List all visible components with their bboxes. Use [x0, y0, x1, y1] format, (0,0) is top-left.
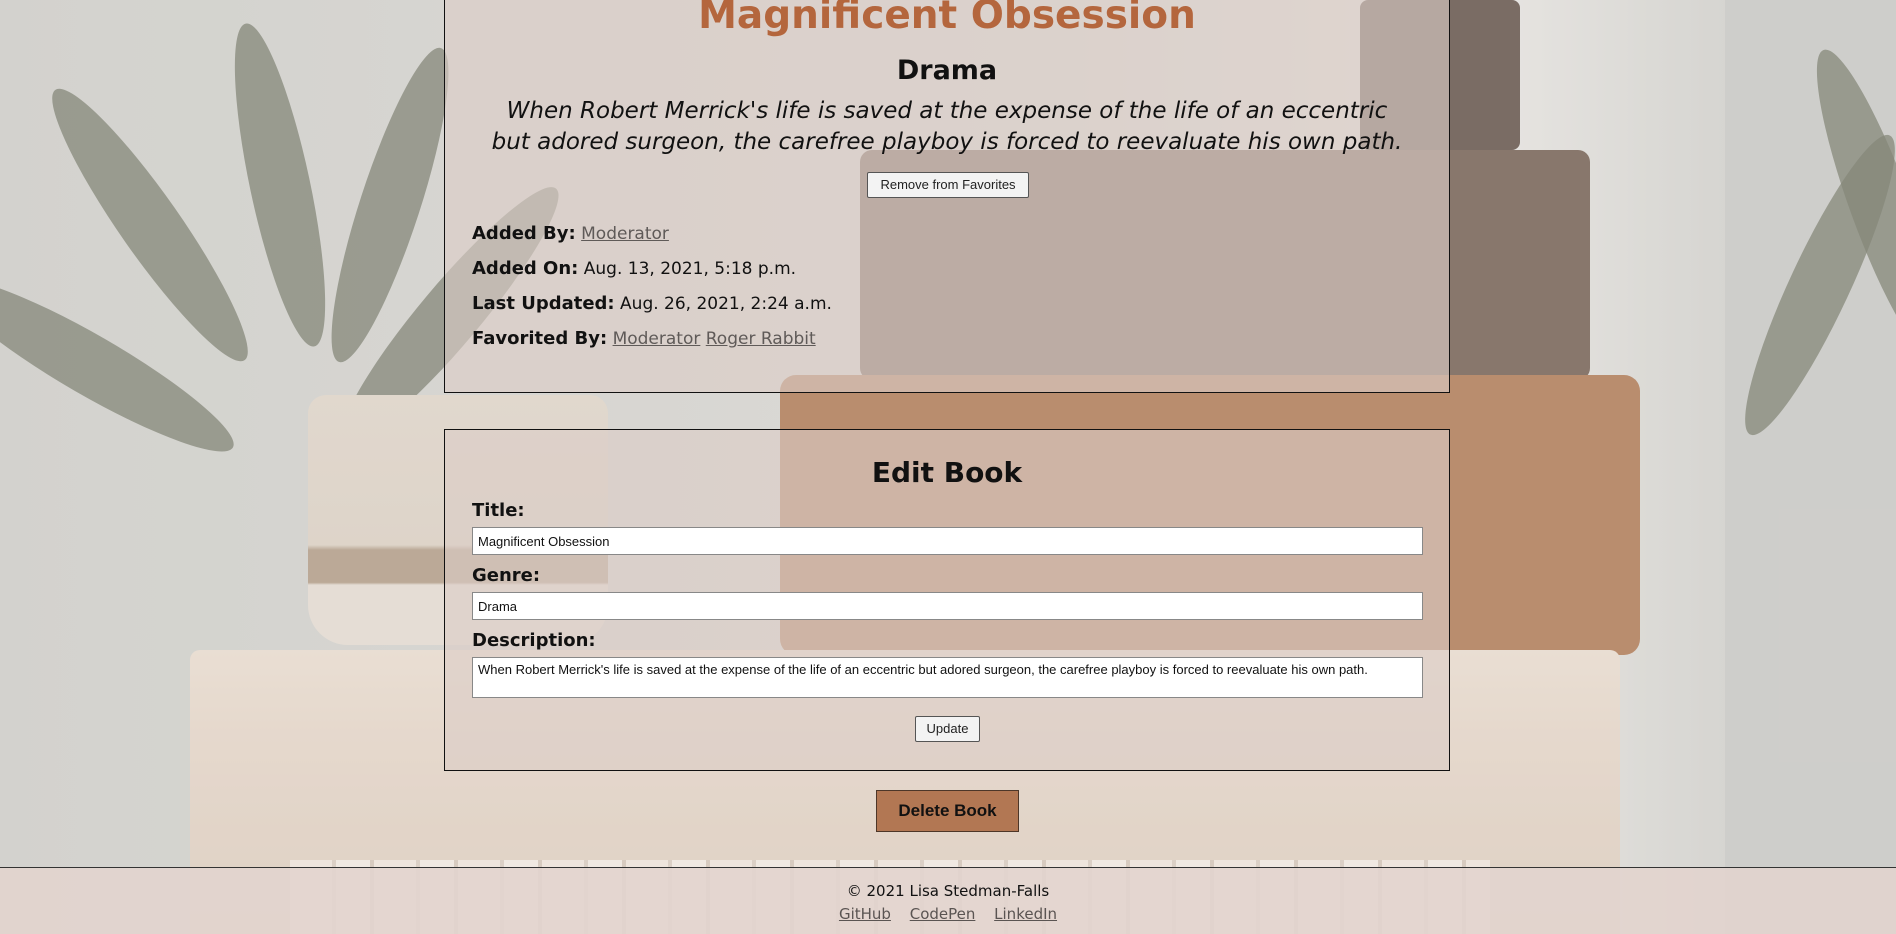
- genre-field-label: Genre:: [472, 565, 541, 586]
- delete-book-button[interactable]: Delete Book: [876, 790, 1019, 832]
- last-updated-value: Aug. 26, 2021, 2:24 a.m.: [620, 294, 832, 314]
- favorited-by-row: Favorited By: Moderator Roger Rabbit: [472, 328, 816, 349]
- title-input[interactable]: [472, 527, 1423, 555]
- edit-book-panel: Edit Book Title: Genre: Description: Whe…: [444, 429, 1450, 771]
- added-by-row: Added By: Moderator: [472, 223, 669, 244]
- added-by-label: Added By:: [472, 223, 576, 244]
- last-updated-row: Last Updated: Aug. 26, 2021, 2:24 a.m.: [472, 293, 832, 314]
- book-description: When Robert Merrick's life is saved at t…: [491, 98, 1403, 155]
- book-genre: Drama: [896, 55, 998, 86]
- linkedin-link[interactable]: LinkedIn: [994, 905, 1057, 923]
- favorited-by-user-link[interactable]: Moderator: [613, 329, 701, 349]
- added-on-value: Aug. 13, 2021, 5:18 p.m.: [583, 259, 797, 279]
- edit-book-heading: Edit Book: [871, 456, 1023, 489]
- favorited-by-user-link[interactable]: Roger Rabbit: [706, 329, 816, 349]
- added-on-label: Added On:: [472, 258, 579, 279]
- book-title: Magnificent Obsession: [698, 0, 1196, 38]
- genre-input[interactable]: [472, 592, 1423, 620]
- description-textarea[interactable]: When Robert Merrick's life is saved at t…: [472, 657, 1423, 698]
- footer-links: GitHub CodePen LinkedIn: [0, 905, 1896, 923]
- description-field-label: Description:: [472, 630, 596, 651]
- page-footer: © 2021 Lisa Stedman-Falls GitHub CodePen…: [0, 867, 1896, 934]
- remove-from-favorites-button[interactable]: Remove from Favorites: [867, 172, 1029, 198]
- update-button[interactable]: Update: [915, 716, 980, 742]
- last-updated-label: Last Updated:: [472, 293, 615, 314]
- title-field-label: Title:: [472, 500, 525, 521]
- favorited-by-label: Favorited By:: [472, 328, 608, 349]
- github-link[interactable]: GitHub: [839, 905, 891, 923]
- added-on-row: Added On: Aug. 13, 2021, 5:18 p.m.: [472, 258, 796, 279]
- book-detail-panel: Magnificent Obsession Drama When Robert …: [444, 0, 1450, 393]
- added-by-user-link[interactable]: Moderator: [581, 224, 669, 244]
- codepen-link[interactable]: CodePen: [910, 905, 976, 923]
- copyright-text: © 2021 Lisa Stedman-Falls: [846, 882, 1050, 900]
